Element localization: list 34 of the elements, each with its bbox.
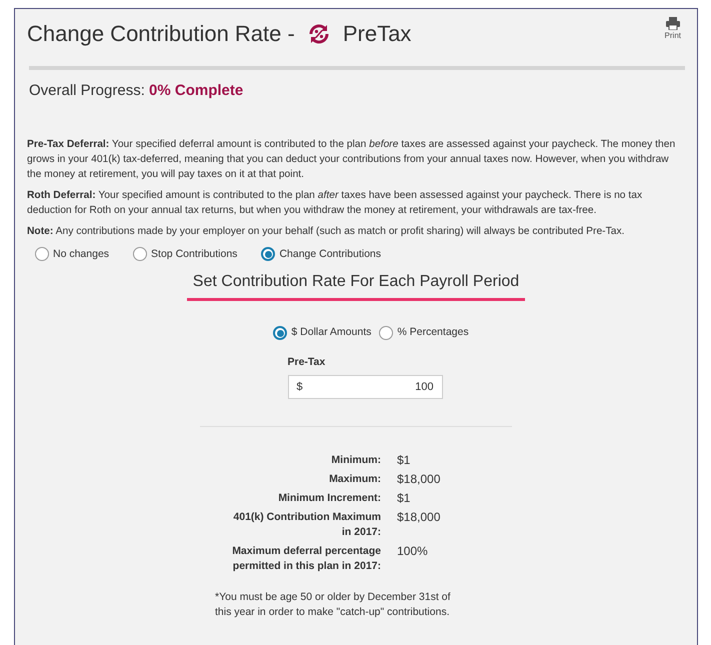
limit-value: $18,000 bbox=[397, 472, 442, 487]
radio-option[interactable]: $ Dollar Amounts bbox=[273, 325, 372, 341]
radio-button[interactable] bbox=[379, 326, 394, 340]
progress-value: 0% Complete bbox=[149, 82, 244, 99]
limit-label: 401(k) Contribution Maximum in 2017: bbox=[232, 510, 381, 540]
refresh-percent-icon bbox=[306, 22, 331, 46]
radio-button[interactable] bbox=[133, 247, 148, 262]
limit-label: Maximum deferral percentage permitted in this plan in 2017: bbox=[231, 544, 381, 574]
footnote-text: *You must be age 50 or older by December 31st of this year in order to make "catch-up" contributions. bbox=[215, 590, 452, 620]
description-paragraph: Note: Any contributions made by your employer on your behalf (such as match or profit sharing) will always be contributed Pre-Tax. bbox=[27, 224, 626, 238]
description-paragraph: Roth Deferral: Your specified amount is contributed to the plan after taxes have been assessed against your paycheck. There is no tax deduction for Roth on your annual tax returns, but when you withdraw the money at retirement, your withdrawals are tax-free. bbox=[27, 188, 644, 218]
pre-tax-input[interactable]: $ 100 bbox=[288, 374, 442, 399]
limit-value: $18,000 bbox=[397, 510, 442, 526]
limit-value: $1 bbox=[397, 490, 412, 506]
radio-button[interactable] bbox=[273, 326, 288, 340]
radio-option[interactable]: Change Contributions bbox=[261, 246, 382, 262]
section-heading: Set Contribution Rate For Each Payroll Period bbox=[186, 270, 526, 302]
page-title: Change Contribution Rate - bbox=[27, 20, 295, 48]
limit-label: Maximum: bbox=[328, 472, 381, 487]
progress-label: Overall Progress: bbox=[29, 82, 145, 99]
limit-label: Minimum: bbox=[330, 452, 381, 468]
radio-option[interactable]: No changes bbox=[35, 246, 110, 262]
radio-button[interactable] bbox=[35, 247, 49, 262]
limit-value: $1 bbox=[397, 452, 412, 468]
limit-label: Minimum Increment: bbox=[277, 490, 381, 506]
radio-button[interactable] bbox=[261, 247, 276, 262]
print-button[interactable]: Print bbox=[664, 17, 681, 42]
radio-option[interactable]: Stop Contributions bbox=[133, 246, 238, 262]
printer-icon bbox=[666, 17, 680, 30]
plan-type-label: PreTax bbox=[342, 20, 412, 48]
radio-option[interactable]: % Percentages bbox=[379, 325, 469, 341]
field-label: Pre-Tax bbox=[288, 355, 326, 370]
description-paragraph: Pre-Tax Deferral: Your specified deferral amount is contributed to the plan before taxes are assessed against your paycheck. The money then grows in your 401(k) tax-deferred, meaning that you can deduct your contributions from your annual taxes now. However, when you withdraw the money at retirement, you will pay taxes on it at that point. bbox=[27, 138, 676, 182]
limit-value: 100% bbox=[397, 544, 429, 560]
